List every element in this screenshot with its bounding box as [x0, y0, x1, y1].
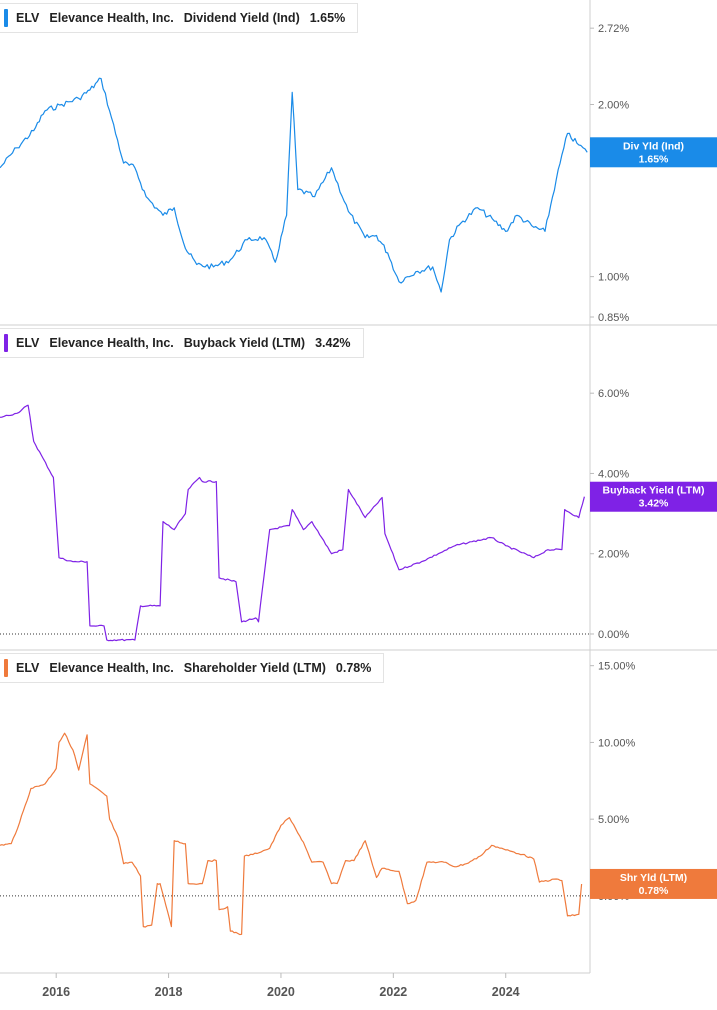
- series-line: [0, 77, 588, 293]
- legend-metric: Shareholder Yield (LTM): [183, 661, 326, 675]
- x-tick-label: 2022: [379, 985, 407, 999]
- legend-ticker: ELV: [16, 11, 40, 25]
- current-value-tag-value: 1.65%: [639, 153, 669, 165]
- legend-metric: Buyback Yield (LTM): [183, 336, 306, 350]
- legend-ticker: ELV: [16, 661, 40, 675]
- legend-dividend-yield[interactable]: ELV Elevance Health, Inc. Dividend Yield…: [0, 3, 359, 33]
- y-tick-label: 5.00%: [598, 814, 629, 826]
- legend-buyback-yield[interactable]: ELV Elevance Health, Inc. Buyback Yield …: [0, 328, 364, 358]
- current-value-tag-value: 3.42%: [639, 498, 669, 510]
- x-tick-label: 2018: [155, 985, 183, 999]
- legend-current-value: 1.65%: [309, 11, 346, 25]
- series-color-swatch: [4, 659, 8, 677]
- series-color-swatch: [4, 334, 8, 352]
- x-tick-label: 2024: [492, 985, 520, 999]
- y-tick-label: 10.00%: [598, 737, 636, 749]
- y-tick-label: 2.00%: [598, 549, 629, 561]
- y-tick-label: 0.00%: [598, 629, 629, 641]
- legend-metric: Dividend Yield (Ind): [183, 11, 300, 25]
- y-tick-label: 4.00%: [598, 468, 629, 480]
- y-tick-label: 6.00%: [598, 388, 629, 400]
- legend-current-value: 3.42%: [315, 336, 351, 350]
- y-tick-label: 0.85%: [598, 312, 629, 324]
- chart-stage: 2.72% 2.00% 1.00% 0.85% Div Yld (Ind) 1.65% 6.…: [0, 0, 717, 1005]
- yield-charts: 2.72%2.00%1.00%0.85%Div Yld (Ind)1.65%6.…: [0, 0, 717, 999]
- current-value-tag-label: Buyback Yield (LTM): [603, 485, 705, 497]
- legend-ticker: ELV: [16, 336, 40, 350]
- series-line: [0, 732, 583, 936]
- current-value-tag-value: 0.78%: [639, 885, 669, 897]
- series-color-swatch: [4, 9, 8, 27]
- x-tick-label: 2020: [267, 985, 295, 999]
- legend-company: Elevance Health, Inc.: [49, 336, 174, 350]
- legend-company: Elevance Health, Inc.: [49, 11, 174, 25]
- current-value-tag-label: Shr Yld (LTM): [620, 872, 687, 884]
- legend-company: Elevance Health, Inc.: [49, 661, 174, 675]
- legend-current-value: 0.78%: [335, 661, 372, 675]
- series-line: [0, 404, 585, 642]
- y-tick-label: 2.72%: [598, 23, 629, 35]
- legend-shareholder-yield[interactable]: ELV Elevance Health, Inc. Shareholder Yi…: [0, 653, 385, 683]
- y-tick-label: 2.00%: [598, 100, 629, 112]
- y-tick-label: 15.00%: [598, 661, 636, 673]
- y-tick-label: 1.00%: [598, 272, 629, 284]
- current-value-tag-label: Div Yld (Ind): [623, 140, 684, 152]
- x-tick-label: 2016: [42, 985, 70, 999]
